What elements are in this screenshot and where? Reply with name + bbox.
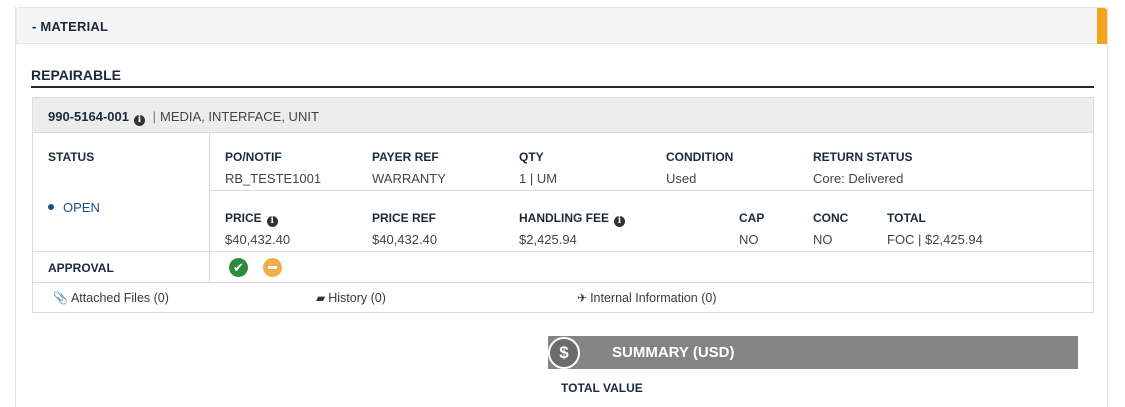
total-label: TOTAL	[887, 211, 926, 225]
header-separator: |	[152, 109, 156, 124]
qty-label: QTY	[519, 150, 544, 164]
handling-fee-label: HANDLING FEE	[519, 211, 609, 225]
material-panel-header[interactable]: - MATERIAL	[16, 7, 1107, 44]
approval-row: APPROVAL ✔	[33, 251, 1093, 283]
po-notif-label: PO/NOTIF	[225, 150, 282, 164]
links-row: 📎 Attached Files (0) ▰ History (0) ✈ Intern…	[33, 283, 1093, 313]
qty-value: 1 | UM	[519, 171, 558, 186]
plane-icon: ✈	[577, 291, 588, 305]
condition-value: Used	[666, 171, 697, 186]
book-icon: ▰	[316, 291, 326, 305]
summary-title: SUMMARY (USD)	[612, 344, 735, 361]
payer-ref-value: WARRANTY	[372, 171, 446, 186]
minus-circle-icon[interactable]	[263, 258, 282, 277]
approval-label: APPROVAL	[48, 261, 114, 275]
return-status-value: Core: Delivered	[813, 171, 904, 186]
internal-information-link[interactable]: ✈ Internal Information (0)	[577, 291, 717, 305]
total-value: FOC | $2,425.94	[887, 232, 983, 247]
item-card: 990-5164-001 i | MEDIA, INTERFACE, UNIT ST…	[32, 97, 1094, 313]
status-dot	[48, 204, 54, 210]
accent-bar	[1097, 8, 1107, 44]
status-label: STATUS	[48, 150, 95, 164]
handling-fee-value: $2,425.94	[519, 232, 577, 247]
section-divider	[31, 86, 1094, 88]
handling-fee-label-wrap: HANDLING FEE i	[519, 211, 625, 227]
status-column: STATUS OPEN	[33, 133, 210, 251]
condition-label: CONDITION	[666, 150, 734, 164]
paperclip-icon: 📎	[53, 291, 68, 305]
handling-fee-info-icon[interactable]: i	[614, 216, 625, 227]
price-info-icon[interactable]: i	[266, 216, 278, 227]
return-status-label: RETURN STATUS	[813, 150, 913, 164]
info-circle-icon[interactable]: i	[133, 115, 145, 126]
history-label: History (0)	[328, 291, 386, 305]
conc-label: CONC	[813, 211, 849, 225]
part-number: 990-5164-001	[48, 109, 129, 124]
item-header-text: 990-5164-001 i | MEDIA, INTERFACE, UNIT	[48, 109, 319, 126]
total-value-label: TOTAL VALUE	[561, 381, 643, 395]
price-value: $40,432.40	[225, 232, 291, 247]
cap-value: NO	[739, 232, 759, 247]
price-ref-value: $40,432.40	[372, 232, 438, 247]
details-row-divider	[210, 190, 1094, 191]
section-title: REPAIRABLE	[31, 67, 121, 83]
price-label: PRICE	[225, 211, 262, 225]
conc-value: NO	[813, 232, 833, 247]
internal-information-label: Internal Information (0)	[590, 291, 717, 305]
status-value: OPEN	[63, 200, 100, 215]
attached-files-label: Attached Files (0)	[70, 291, 169, 305]
part-description: MEDIA, INTERFACE, UNIT	[159, 109, 319, 124]
dollar-icon: $	[548, 337, 580, 369]
item-header: 990-5164-001 i | MEDIA, INTERFACE, UNIT	[33, 98, 1093, 133]
price-label-wrap: PRICE i	[225, 211, 278, 227]
attached-files-link[interactable]: 📎 Attached Files (0)	[53, 291, 169, 305]
price-ref-label: PRICE REF	[372, 211, 437, 225]
history-link[interactable]: ▰ History (0)	[316, 291, 386, 305]
check-circle-icon[interactable]: ✔	[229, 258, 248, 277]
panel-title[interactable]: - MATERIAL	[32, 19, 108, 34]
payer-ref-label: PAYER REF	[372, 150, 439, 164]
po-notif-value: RB_TESTE1001	[225, 171, 322, 186]
cap-label: CAP	[739, 211, 765, 225]
approval-divider	[209, 252, 210, 283]
